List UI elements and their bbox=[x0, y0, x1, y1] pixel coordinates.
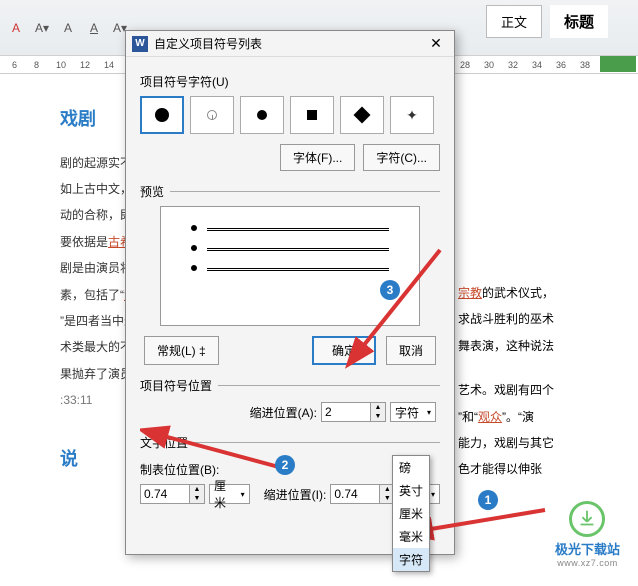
font-button[interactable]: 字体(F)... bbox=[280, 144, 355, 171]
bullet-char-label: 项目符号字符(U) bbox=[140, 73, 440, 90]
word-app-icon: W bbox=[132, 36, 148, 52]
character-button[interactable]: 字符(C)... bbox=[363, 144, 440, 171]
tab-position-spinner[interactable]: ▲▼ bbox=[140, 484, 205, 504]
unit-option-mm[interactable]: 毫米 bbox=[393, 525, 429, 548]
ruler-margin-right bbox=[600, 56, 636, 72]
logo-text: 极光下载站 bbox=[555, 539, 620, 558]
unit-a-combo[interactable]: 字符▾ bbox=[390, 402, 436, 422]
unit-option-point[interactable]: 磅 bbox=[393, 456, 429, 479]
doc-link[interactable]: 观众 bbox=[478, 410, 502, 424]
bullet-option-plus[interactable]: ✦ bbox=[390, 96, 434, 134]
spin-up-icon[interactable]: ▲ bbox=[190, 485, 204, 494]
highlight-icon[interactable]: A▾ bbox=[31, 17, 53, 39]
bullet-option-dot[interactable] bbox=[240, 96, 284, 134]
preview-label: 预览 bbox=[140, 183, 170, 200]
doc-link[interactable]: 宗教 bbox=[458, 286, 482, 300]
watermark-logo: 极光下载站 www.xz7.com bbox=[555, 501, 620, 568]
indent-position-a-input[interactable] bbox=[321, 402, 371, 422]
bullet-position-label: 项目符号位置 bbox=[140, 377, 218, 394]
style-heading-button[interactable]: 标题 bbox=[550, 5, 608, 38]
dialog-titlebar: W 自定义项目符号列表 ✕ bbox=[126, 31, 454, 57]
underline-icon[interactable]: A bbox=[83, 17, 105, 39]
indent-position-i-label: 缩进位置(I): bbox=[264, 486, 327, 503]
preview-box bbox=[160, 206, 420, 326]
dialog-title: 自定义项目符号列表 bbox=[154, 35, 424, 52]
bullet-option-clock[interactable] bbox=[190, 96, 234, 134]
bullet-option-square[interactable] bbox=[290, 96, 334, 134]
close-icon[interactable]: ✕ bbox=[424, 34, 448, 54]
general-button[interactable]: 常规(L) ‡ bbox=[144, 336, 219, 365]
tab-position-input[interactable] bbox=[140, 484, 190, 504]
logo-url: www.xz7.com bbox=[555, 558, 620, 568]
unit-option-inch[interactable]: 英寸 bbox=[393, 479, 429, 502]
style-normal-button[interactable]: 正文 bbox=[486, 5, 542, 38]
logo-icon bbox=[569, 501, 605, 537]
bullet-option-large-dot[interactable] bbox=[140, 96, 184, 134]
spin-down-icon[interactable]: ▼ bbox=[371, 412, 385, 421]
font-color-icon[interactable]: A bbox=[5, 17, 27, 39]
unit-option-cm[interactable]: 厘米 bbox=[393, 502, 429, 525]
indent-position-a-spinner[interactable]: ▲▼ bbox=[321, 402, 386, 422]
tab-unit-combo[interactable]: 厘米▾ bbox=[209, 484, 250, 504]
bold-icon[interactable]: A bbox=[57, 17, 79, 39]
chevron-down-icon[interactable]: ▾ bbox=[423, 408, 435, 417]
indent-position-i-input[interactable] bbox=[330, 484, 380, 504]
spin-up-icon[interactable]: ▲ bbox=[371, 403, 385, 412]
cancel-button[interactable]: 取消 bbox=[386, 336, 436, 365]
indent-position-i-spinner[interactable]: ▲▼ bbox=[330, 484, 395, 504]
unit-dropdown-menu: 磅 英寸 厘米 毫米 字符 bbox=[392, 455, 430, 572]
unit-option-char[interactable]: 字符 bbox=[393, 548, 429, 571]
chevron-down-icon[interactable]: ▾ bbox=[237, 490, 249, 499]
bullet-char-grid: ✦ bbox=[140, 96, 440, 134]
bullet-option-diamond[interactable] bbox=[340, 96, 384, 134]
ok-button[interactable]: 确定 bbox=[312, 336, 376, 365]
indent-position-label: 缩进位置(A): bbox=[250, 404, 317, 421]
doc-right-text: 宗教的武术仪式， 求战斗胜利的巫术 舞表演，这种说法 艺术。戏剧有四个 ”和“观… bbox=[458, 280, 554, 483]
spin-down-icon[interactable]: ▼ bbox=[190, 494, 204, 503]
text-position-label: 文字位置 bbox=[140, 434, 194, 451]
